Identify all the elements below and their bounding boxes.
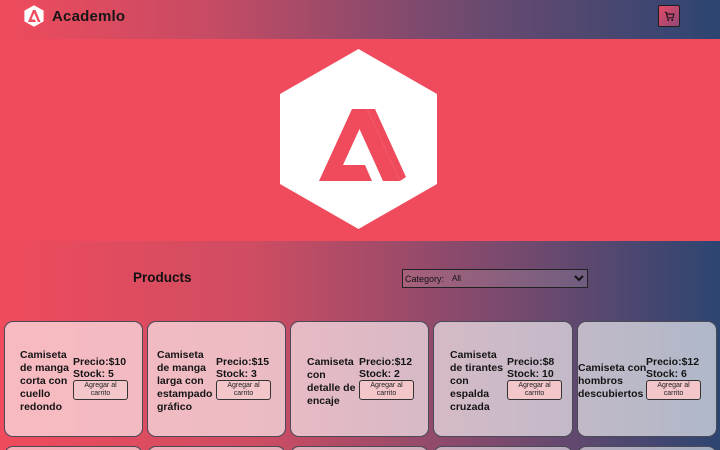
product-card-partial: [147, 446, 286, 450]
product-name: Camiseta de manga corta con cuello redon…: [20, 349, 70, 413]
product-card: Camiseta de tirantes con espalda cruzada…: [433, 321, 573, 437]
product-card: Camiseta con detalle de encaje Precio:$1…: [290, 321, 429, 437]
product-price: Precio:$8: [507, 356, 555, 368]
category-label: Category:: [405, 273, 445, 284]
product-card-partial: [4, 446, 143, 450]
product-card: Camiseta de manga corta con cuello redon…: [4, 321, 143, 437]
product-card-partial: [577, 446, 717, 450]
product-stock: Stock: 3: [216, 368, 257, 380]
brand[interactable]: Academlo: [22, 3, 125, 29]
product-price: Precio:$10: [73, 356, 127, 368]
product-name: Camiseta con detalle de encaje: [307, 356, 356, 407]
cart-icon: [664, 11, 675, 21]
navbar: Academlo: [0, 0, 720, 39]
add-to-cart-button[interactable]: Agregar al carrito: [73, 380, 128, 400]
brand-name: Academlo: [52, 7, 126, 25]
product-price: Precio:$15: [216, 356, 270, 368]
product-stock: Stock: 2: [359, 368, 400, 380]
product-stock: Stock: 6: [646, 368, 687, 380]
product-price: Precio:$12: [646, 356, 700, 368]
product-stock: Stock: 5: [73, 368, 114, 380]
product-card: Camiseta con hombros descubiertos Precio…: [577, 321, 717, 437]
products-title: Products: [133, 270, 192, 285]
cart-button[interactable]: [658, 5, 680, 27]
hero-banner: [0, 39, 720, 241]
products-header: Products Category: All: [0, 241, 720, 321]
add-to-cart-button[interactable]: Agregar al carrito: [359, 380, 414, 400]
category-filter[interactable]: Category: All: [402, 269, 588, 288]
academlo-logo-icon: [22, 3, 46, 29]
product-name: Camiseta con hombros descubiertos: [578, 362, 647, 400]
product-name: Camiseta de tirantes con espalda cruzada: [450, 349, 504, 413]
add-to-cart-button[interactable]: Agregar al carrito: [646, 380, 701, 400]
category-select[interactable]: All: [448, 270, 587, 287]
add-to-cart-button[interactable]: Agregar al carrito: [216, 380, 271, 400]
product-card-partial: [433, 446, 573, 450]
product-name: Camiseta de manga larga con estampado gr…: [157, 349, 213, 413]
product-price: Precio:$12: [359, 356, 413, 368]
product-card: Camiseta de manga larga con estampado gr…: [147, 321, 286, 437]
product-stock: Stock: 10: [507, 368, 554, 380]
add-to-cart-button[interactable]: Agregar al carrito: [507, 380, 562, 400]
product-card-partial: [290, 446, 429, 450]
academlo-hero-logo-icon: [280, 49, 437, 229]
